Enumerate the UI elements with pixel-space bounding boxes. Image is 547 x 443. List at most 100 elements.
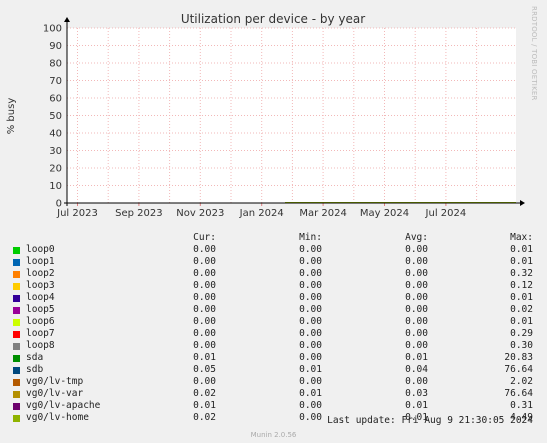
legend-avg: 0.00 (405, 256, 428, 267)
y-axis-label: % busy (6, 98, 17, 135)
legend-cur: 0.00 (193, 328, 216, 339)
legend-max: 0.32 (510, 268, 533, 279)
x-tick-label: Jan 2024 (239, 208, 284, 219)
legend-swatch (13, 319, 20, 326)
legend-swatch (13, 271, 20, 278)
legend-swatch (13, 283, 20, 290)
legend-max: 0.01 (510, 256, 533, 267)
legend-row: sda 0.01 0.00 0.01 20.83 (0, 352, 547, 364)
legend-row: loop2 0.00 0.00 0.00 0.32 (0, 268, 547, 280)
legend-name: sda (26, 352, 44, 363)
legend-min: 0.00 (299, 292, 322, 303)
legend-swatch (13, 247, 20, 254)
legend-swatch (13, 379, 20, 386)
legend-avg: 0.04 (405, 364, 428, 375)
legend-swatch (13, 415, 20, 422)
legend-swatch (13, 295, 20, 302)
legend-min: 0.00 (299, 268, 322, 279)
chart: Utilization per device - by year % busy … (6, 12, 525, 219)
legend-row: loop6 0.00 0.00 0.00 0.01 (0, 316, 547, 328)
legend-name: loop0 (26, 244, 55, 255)
legend-cur: 0.00 (193, 304, 216, 315)
legend-cur: 0.00 (193, 340, 216, 351)
legend-swatch (13, 367, 20, 374)
legend-cur: 0.00 (193, 292, 216, 303)
x-tick-label: Nov 2023 (176, 208, 224, 219)
legend-row: loop5 0.00 0.00 0.00 0.02 (0, 304, 547, 316)
legend-name: vg0/lv-var (26, 388, 84, 399)
legend-cur: 0.01 (193, 352, 216, 363)
y-tick-label: 40 (49, 129, 62, 140)
y-ticks: 0102030405060708090100 (43, 24, 62, 210)
legend-cur: 0.02 (193, 388, 216, 399)
legend-cur: 0.02 (193, 412, 216, 423)
legend-max: 76.64 (504, 388, 533, 399)
legend-avg: 0.00 (405, 376, 428, 387)
legend-avg: 0.00 (405, 268, 428, 279)
legend-cur: 0.00 (193, 280, 216, 291)
legend-max: 0.12 (510, 280, 533, 291)
legend-cur: 0.00 (193, 376, 216, 387)
legend-cur: 0.00 (193, 256, 216, 267)
x-tick-label: Sep 2023 (115, 208, 162, 219)
legend-cur: 0.00 (193, 244, 216, 255)
legend-header: Cur: Min: Avg: Max: (0, 232, 547, 244)
legend-name: vg0/lv-apache (26, 400, 101, 411)
legend-swatch (13, 355, 20, 362)
legend-min: 0.00 (299, 352, 322, 363)
legend-name: loop6 (26, 316, 55, 327)
legend-avg: 0.00 (405, 316, 428, 327)
header-max: Max: (510, 232, 533, 243)
y-axis-arrow (64, 17, 70, 22)
legend-avg: 0.00 (405, 292, 428, 303)
legend-row: loop1 0.00 0.00 0.00 0.01 (0, 256, 547, 268)
legend-name: sdb (26, 364, 44, 375)
legend-name: loop8 (26, 340, 55, 351)
legend-min: 0.00 (299, 244, 322, 255)
legend-max: 0.02 (510, 304, 533, 315)
legend-max: 0.30 (510, 340, 533, 351)
legend-table: Cur: Min: Avg: Max: loop0 0.00 0.00 0.00 0.0… (0, 232, 547, 424)
legend-name: vg0/lv-home (26, 412, 89, 423)
legend-name: vg0/lv-tmp (26, 376, 84, 387)
legend-min: 0.00 (299, 400, 322, 411)
rrdtool-credit: RRDTOOL / TOBI OETIKER (530, 6, 538, 101)
legend-max: 2.02 (510, 376, 533, 387)
x-axis-arrow (520, 200, 525, 206)
legend-row: loop8 0.00 0.00 0.00 0.30 (0, 340, 547, 352)
legend-swatch (13, 343, 20, 350)
legend-avg: 0.01 (405, 400, 428, 411)
legend-swatch (13, 403, 20, 410)
legend-cur: 0.05 (193, 364, 216, 375)
y-tick-label: 100 (43, 24, 62, 35)
legend-max: 0.29 (510, 328, 533, 339)
legend-avg: 0.00 (405, 328, 428, 339)
legend-swatch (13, 391, 20, 398)
legend-row: vg0/lv-var 0.02 0.01 0.03 76.64 (0, 388, 547, 400)
legend-min: 0.00 (299, 328, 322, 339)
legend-avg: 0.00 (405, 244, 428, 255)
legend-cur: 0.00 (193, 268, 216, 279)
y-tick-label: 60 (49, 94, 62, 105)
x-tick-label: Jul 2023 (56, 208, 98, 219)
legend-name: loop7 (26, 328, 55, 339)
legend-row: loop3 0.00 0.00 0.00 0.12 (0, 280, 547, 292)
legend-min: 0.00 (299, 304, 322, 315)
y-tick-label: 80 (49, 59, 62, 70)
legend-avg: 0.00 (405, 340, 428, 351)
x-tick-label: Mar 2024 (299, 208, 347, 219)
legend-swatch (13, 331, 20, 338)
y-tick-label: 10 (49, 181, 62, 192)
legend-name: loop2 (26, 268, 55, 279)
legend-avg: 0.00 (405, 304, 428, 315)
legend-name: loop3 (26, 280, 55, 291)
legend-min: 0.01 (299, 388, 322, 399)
legend-max: 0.31 (510, 400, 533, 411)
last-update: Last update: Fri Aug 9 21:30:05 2024 (327, 415, 533, 426)
x-tick-label: Jul 2024 (425, 208, 467, 219)
header-cur: Cur: (193, 232, 216, 243)
legend-avg: 0.00 (405, 280, 428, 291)
legend-min: 0.00 (299, 412, 322, 423)
legend-max: 0.01 (510, 244, 533, 255)
legend-cur: 0.00 (193, 316, 216, 327)
